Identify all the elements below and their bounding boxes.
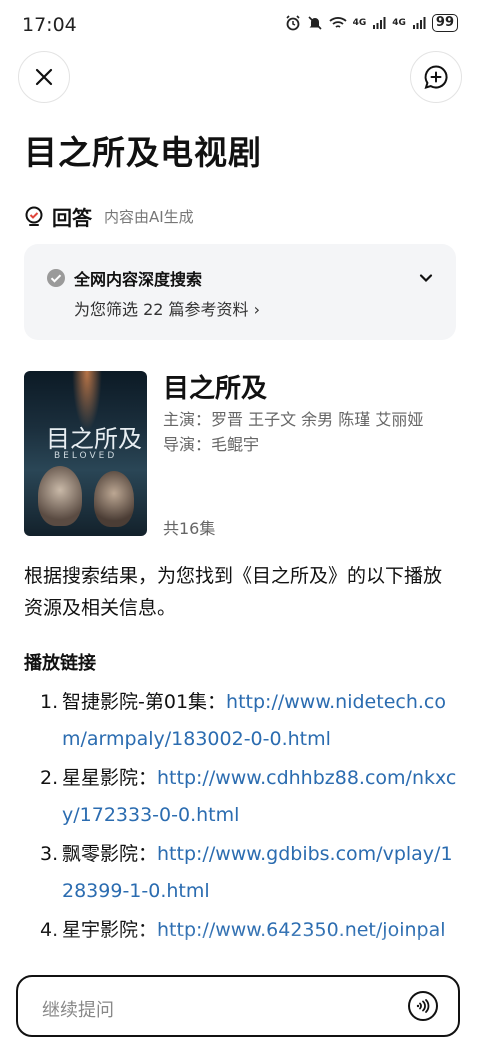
site-name: 飘零影院：: [62, 843, 158, 865]
network-type-2: 4G: [392, 18, 406, 28]
chat-plus-icon: [424, 65, 448, 89]
alarm-icon: [286, 15, 300, 31]
list-item: 3. 飘零影院：http://www.gdbibs.com/vplay/12839…: [40, 836, 460, 910]
follow-up-placeholder: 继续提问: [42, 1000, 114, 1021]
poster-figure-1: [38, 466, 82, 526]
follow-up-input[interactable]: 继续提问: [16, 975, 460, 1037]
deep-search-title: 全网内容深度搜索: [74, 270, 203, 289]
play-links-list: 1. 智捷影院-第01集：http://www.nidetech.com/armp…: [40, 684, 460, 951]
check-circle-icon: [47, 269, 65, 287]
show-poster[interactable]: 目之所及 BELOVED: [24, 371, 147, 536]
deep-search-card[interactable]: 全网内容深度搜索 为您筛选 22 篇参考资料 ›: [24, 244, 456, 340]
chevron-down-icon[interactable]: [418, 270, 434, 286]
status-bar: 17:04 4G 4G 99: [0, 0, 480, 50]
list-number: 1.: [40, 691, 59, 713]
answer-summary: 根据搜索结果，为您找到《目之所及》的以下播放资源及相关信息。: [24, 565, 443, 619]
list-item: 1. 智捷影院-第01集：http://www.nidetech.com/armp…: [40, 684, 460, 758]
list-item: 2. 星星影院：http://www.cdhhbz88.com/nkxcy/172…: [40, 760, 460, 834]
close-button[interactable]: [18, 51, 70, 103]
answer-label: 回答: [52, 206, 92, 230]
signal-icon-2: [412, 17, 426, 29]
voice-wave-icon: [416, 999, 430, 1013]
close-icon: [35, 68, 53, 86]
poster-figure-2: [94, 471, 134, 527]
battery-indicator: 99: [431, 14, 458, 32]
network-type-1: 4G: [352, 18, 367, 28]
new-chat-button[interactable]: [410, 51, 462, 103]
answer-header: 回答 内容由AI生成: [24, 202, 194, 231]
bulb-icon: [25, 206, 43, 226]
show-director: 导演：毛鲲宇: [163, 435, 260, 454]
site-name: 智捷影院-第01集：: [62, 691, 227, 713]
scroll-fade: [0, 930, 480, 978]
status-time: 17:04: [22, 14, 77, 36]
list-number: 3.: [40, 843, 59, 865]
signal-icon: [373, 17, 386, 29]
wifi-icon: [328, 17, 347, 28]
show-title[interactable]: 目之所及: [163, 368, 267, 405]
show-cast: 主演：罗晋 王子文 余男 陈瑾 艾丽娅: [163, 410, 424, 429]
status-icons: 4G 4G 99: [285, 14, 458, 32]
site-name: 星星影院：: [62, 767, 158, 789]
references-link[interactable]: 为您筛选 22 篇参考资料 ›: [74, 296, 260, 320]
voice-button[interactable]: [408, 991, 438, 1021]
ai-generated-note: 内容由AI生成: [104, 208, 194, 226]
poster-subtitle: BELOVED: [54, 451, 118, 461]
list-number: 2.: [40, 767, 59, 789]
show-episodes: 共16集: [163, 519, 216, 538]
bell-muted-icon: [308, 16, 322, 30]
page-title: 目之所及电视剧: [24, 133, 262, 172]
links-heading: 播放链接: [24, 653, 96, 674]
poster-title: 目之所及: [46, 425, 142, 453]
